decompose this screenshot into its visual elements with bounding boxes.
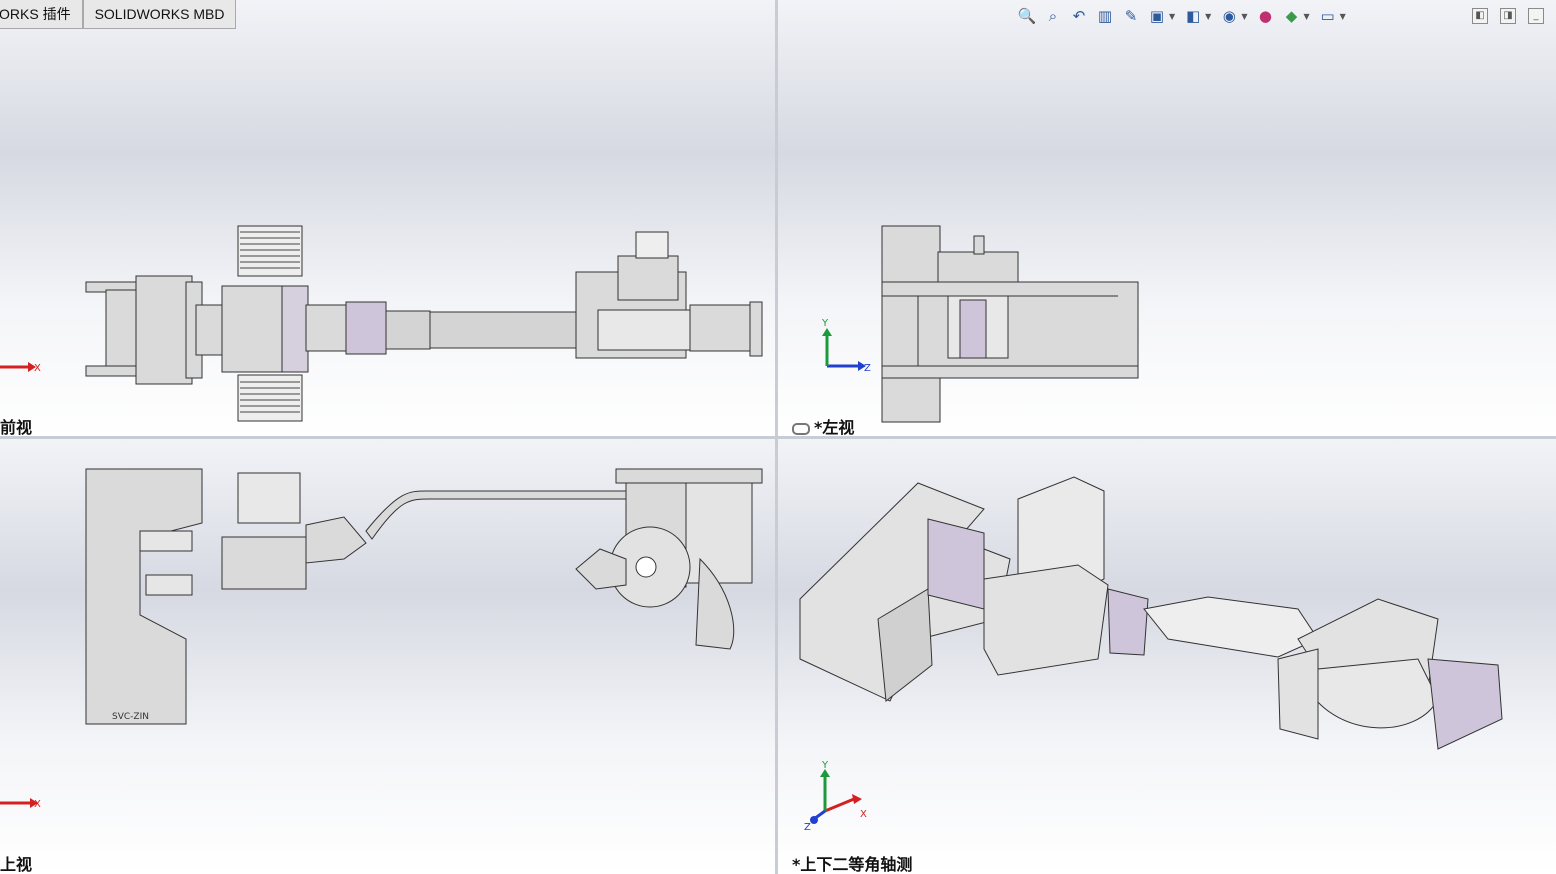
view-label-left-text: *左视 xyxy=(814,418,855,436)
viewport-left[interactable]: 🔍 ⌕ ↶ ▥ ✎ ▣ ▼ ◧ ▼ ◉ ▼ ● ◆ ▼ ▭ ▼ ◧ ◨ _ Y … xyxy=(778,0,1556,436)
tab-solidworks-mbd[interactable]: SOLIDWORKS MBD xyxy=(82,0,237,29)
view-label-top: 上视 xyxy=(0,855,33,874)
viewport-isometric[interactable]: Y X Z *上下二等角轴测 xyxy=(778,439,1556,874)
view-label-left: *左视 xyxy=(792,414,854,436)
axis-x-label-top: X xyxy=(34,799,41,810)
link-view-icon xyxy=(792,422,810,435)
part-stamp-text: SVC-ZIN xyxy=(112,712,149,722)
axis-x-label-iso: X xyxy=(860,809,867,820)
tab-solidworks-addins[interactable]: ORKS 插件 xyxy=(0,0,83,29)
view-label-front: 前视 xyxy=(0,418,33,436)
isometric-view-model: Y X Z xyxy=(799,476,1503,833)
command-manager-tabs: ORKS 插件 SOLIDWORKS MBD xyxy=(0,0,237,29)
axis-x-label: X xyxy=(34,363,41,374)
axis-z-label: Z xyxy=(864,363,871,374)
top-view-model: SVC-ZIN X xyxy=(0,468,763,810)
viewport-front[interactable]: X 前视 xyxy=(0,0,775,436)
front-view-model: X xyxy=(0,225,763,422)
left-view-model: Y Z xyxy=(821,225,1139,423)
axis-z-label-iso: Z xyxy=(804,822,811,833)
viewport-top[interactable]: SVC-ZIN X 上视 xyxy=(0,439,775,874)
axis-y-label: Y xyxy=(821,318,829,329)
view-label-isometric: *上下二等角轴测 xyxy=(792,855,913,874)
axis-y-label-iso: Y xyxy=(821,760,829,771)
